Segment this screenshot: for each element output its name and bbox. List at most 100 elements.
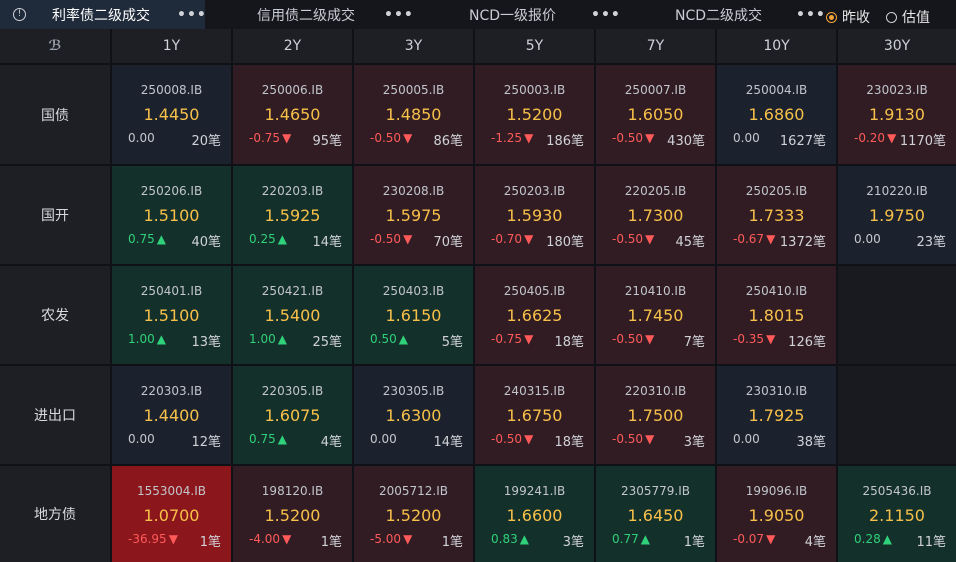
bond-cell[interactable]: 250205.IB 1.7333 -0.67 ▼ 1372笔 <box>717 166 836 264</box>
bond-cell[interactable]: 250005.IB 1.4850 -0.50 ▼ 86笔 <box>354 65 473 164</box>
trade-count: 18笔 <box>554 335 584 350</box>
trade-count: 126笔 <box>788 335 826 350</box>
bond-code: 230208.IB <box>382 184 445 198</box>
rate-change: 1.00 ▲ <box>128 332 166 346</box>
column-header: 7Y <box>596 29 715 63</box>
bond-cell[interactable]: 230023.IB 1.9130 -0.20 ▼ 1170笔 <box>838 65 956 164</box>
bond-cell[interactable]: 230305.IB 1.6300 0.00 14笔 <box>354 366 473 464</box>
down-arrow-icon: ▼ <box>766 232 776 246</box>
bond-cell[interactable]: 1553004.IB 1.0700 -36.95 ▼ 1笔 <box>112 466 231 562</box>
bond-cell[interactable]: 230310.IB 1.7925 0.00 38笔 <box>717 366 836 464</box>
bond-code: 250008.IB <box>140 83 203 97</box>
rate-change-value: 0.28 <box>854 532 881 546</box>
up-arrow-icon: ▲ <box>277 432 287 446</box>
bond-code: 210220.IB <box>866 184 928 198</box>
bond-rate: 1.6450 <box>627 506 684 525</box>
bond-code: 220205.IB <box>624 184 687 198</box>
down-arrow-icon: ▼ <box>403 532 413 546</box>
bond-cell[interactable]: 220203.IB 1.5925 0.25 ▲ 14笔 <box>233 166 352 264</box>
bond-cell[interactable]: 220303.IB 1.4400 0.00 12笔 <box>112 366 231 464</box>
down-arrow-icon: ▼ <box>766 332 776 346</box>
bond-cell[interactable]: 250004.IB 1.6860 0.00 1627笔 <box>717 65 836 164</box>
bond-code: 250203.IB <box>503 184 566 198</box>
bond-cell[interactable]: 210410.IB 1.7450 -0.50 ▼ 7笔 <box>596 266 715 364</box>
tab-rate-bond-secondary[interactable]: ! 利率债二级成交 ••• <box>0 0 207 29</box>
bond-rate: 1.0700 <box>143 506 200 525</box>
trade-count: 7笔 <box>683 335 705 350</box>
bond-cell[interactable]: 250008.IB 1.4450 0.00 20笔 <box>112 65 231 164</box>
rate-change: -0.70 ▼ <box>491 232 533 246</box>
rate-change: -0.50 ▼ <box>612 332 654 346</box>
bond-cell[interactable]: 250003.IB 1.5200 -1.25 ▼ 186笔 <box>475 65 594 164</box>
rate-change: 0.83 ▲ <box>491 532 529 546</box>
rate-change: 0.77 ▲ <box>612 532 650 546</box>
bond-cell[interactable]: 199096.IB 1.9050 -0.07 ▼ 4笔 <box>717 466 836 562</box>
bond-cell[interactable]: 230208.IB 1.5975 -0.50 ▼ 70笔 <box>354 166 473 264</box>
trade-count: 14笔 <box>312 235 342 250</box>
bond-cell[interactable]: 250401.IB 1.5100 1.00 ▲ 13笔 <box>112 266 231 364</box>
down-arrow-icon: ▼ <box>524 131 534 145</box>
rate-change: -0.75 ▼ <box>249 131 291 145</box>
bond-rate: 1.4400 <box>143 406 200 425</box>
bond-cell[interactable]: 250206.IB 1.5100 0.75 ▲ 40笔 <box>112 166 231 264</box>
bond-code: 230023.IB <box>866 83 928 97</box>
info-icon[interactable]: ! <box>13 8 26 21</box>
bond-cell[interactable]: 220305.IB 1.6075 0.75 ▲ 4笔 <box>233 366 352 464</box>
bond-cell[interactable]: 220205.IB 1.7300 -0.50 ▼ 45笔 <box>596 166 715 264</box>
rate-change-value: -0.50 <box>370 131 402 145</box>
up-arrow-icon: ▲ <box>156 232 166 246</box>
rate-change-value: -4.00 <box>249 532 281 546</box>
bond-cell[interactable]: 250203.IB 1.5930 -0.70 ▼ 180笔 <box>475 166 594 264</box>
bond-rate: 1.6600 <box>506 506 563 525</box>
column-header: 30Y <box>838 29 956 63</box>
bond-rate: 1.4850 <box>385 105 442 124</box>
bond-cell[interactable]: 220310.IB 1.7500 -0.50 ▼ 3笔 <box>596 366 715 464</box>
radio-valuation[interactable]: 估值 <box>886 7 930 27</box>
bond-code: 250405.IB <box>503 284 566 298</box>
radio-dot[interactable] <box>826 11 837 23</box>
column-header: 3Y <box>354 29 473 63</box>
up-arrow-icon: ▲ <box>640 532 650 546</box>
bond-code: 250403.IB <box>382 284 445 298</box>
bond-code: 2005712.IB <box>378 484 449 498</box>
bond-cell[interactable]: 210220.IB 1.9750 0.00 23笔 <box>838 166 956 264</box>
rate-change: 0.00 <box>854 232 881 246</box>
bond-cell[interactable]: 250007.IB 1.6050 -0.50 ▼ 430笔 <box>596 65 715 164</box>
bond-rate: 1.5930 <box>506 206 563 225</box>
empty-cell <box>838 366 956 464</box>
bond-cell[interactable]: 250006.IB 1.4650 -0.75 ▼ 95笔 <box>233 65 352 164</box>
bond-rate: 1.9130 <box>869 105 925 124</box>
more-icon[interactable]: ••• <box>796 7 826 23</box>
bond-code: 220203.IB <box>261 184 324 198</box>
bond-cell[interactable]: 250410.IB 1.8015 -0.35 ▼ 126笔 <box>717 266 836 364</box>
bond-cell[interactable]: 2505436.IB 2.1150 0.28 ▲ 11笔 <box>838 466 956 562</box>
tab-credit-bond-secondary[interactable]: 信用债二级成交 ••• <box>206 0 414 29</box>
bond-cell[interactable]: 2305779.IB 1.6450 0.77 ▲ 1笔 <box>596 466 715 562</box>
rate-change-value: -0.50 <box>491 432 523 446</box>
bond-cell[interactable]: 250405.IB 1.6625 -0.75 ▼ 18笔 <box>475 266 594 364</box>
tab-label: NCD一级报价 <box>469 7 557 24</box>
tab-ncd-secondary[interactable]: NCD二级成交 ••• <box>620 0 825 29</box>
tab-bar: ! 利率债二级成交 ••• 信用债二级成交 ••• NCD一级报价 ••• NC… <box>0 0 956 29</box>
bond-code: 250007.IB <box>624 83 687 97</box>
rate-change-value: 0.75 <box>249 432 276 446</box>
radio-dot[interactable] <box>886 11 897 23</box>
bond-cell[interactable]: 250421.IB 1.5400 1.00 ▲ 25笔 <box>233 266 352 364</box>
rate-change-value: -1.25 <box>491 131 523 145</box>
bond-cell[interactable]: 250403.IB 1.6150 0.50 ▲ 5笔 <box>354 266 473 364</box>
more-icon[interactable]: ••• <box>384 7 414 23</box>
bond-cell[interactable]: 198120.IB 1.5200 -4.00 ▼ 1笔 <box>233 466 352 562</box>
bond-code: 220310.IB <box>624 384 687 398</box>
bond-cell[interactable]: 2005712.IB 1.5200 -5.00 ▼ 1笔 <box>354 466 473 562</box>
radio-prev-close[interactable]: 昨收 <box>826 7 870 27</box>
bond-rate: 1.6300 <box>385 406 442 425</box>
tab-ncd-primary[interactable]: NCD一级报价 ••• <box>413 0 621 29</box>
bond-rate: 1.7500 <box>627 406 684 425</box>
bond-rate: 1.5200 <box>385 506 442 525</box>
more-icon[interactable]: ••• <box>177 7 207 23</box>
trade-count: 95笔 <box>312 134 342 149</box>
more-icon[interactable]: ••• <box>591 7 621 23</box>
bond-cell[interactable]: 199241.IB 1.6600 0.83 ▲ 3笔 <box>475 466 594 562</box>
bond-cell[interactable]: 240315.IB 1.6750 -0.50 ▼ 18笔 <box>475 366 594 464</box>
bond-rate: 1.5200 <box>264 506 321 525</box>
